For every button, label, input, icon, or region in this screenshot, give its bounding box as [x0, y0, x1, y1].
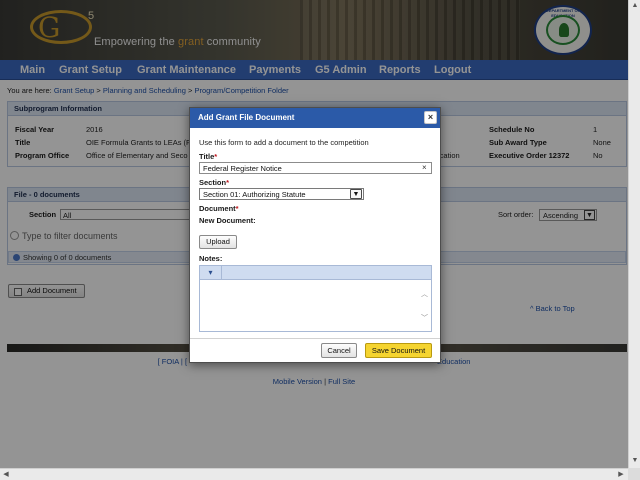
new-document-label: New Document:	[199, 216, 256, 225]
upload-button[interactable]: Upload	[199, 235, 237, 249]
notes-editor[interactable]: ▾ ︿ ﹀	[199, 265, 432, 332]
section-select[interactable]: Section 01: Authorizing Statute ▼	[199, 188, 364, 200]
page-horizontal-scrollbar[interactable]: ◀ ▶	[0, 468, 628, 480]
scroll-down-icon[interactable]: ﹀	[421, 313, 428, 323]
page-vertical-scrollbar[interactable]: ▲ ▼	[628, 0, 640, 468]
required-marker: *	[214, 152, 218, 161]
close-icon[interactable]: ×	[424, 111, 437, 124]
scroll-left-icon[interactable]: ◀	[1, 470, 11, 480]
notes-toolbar: ▾	[200, 266, 431, 280]
notes-scrollbar[interactable]: ︿ ﹀	[419, 281, 431, 331]
section-field-label: Section*	[199, 178, 229, 187]
scroll-up-icon[interactable]: ︿	[421, 289, 428, 299]
scroll-right-icon[interactable]: ▶	[616, 470, 626, 480]
section-select-value: Section 01: Authorizing Statute	[203, 190, 306, 199]
page: G 5 Empowering the grant community DEPAR…	[0, 0, 628, 468]
title-input[interactable]	[199, 162, 432, 174]
document-label-text: Document	[199, 204, 236, 213]
document-field-label: Document*	[199, 204, 239, 213]
scroll-up-icon[interactable]: ▲	[630, 1, 640, 11]
cancel-button[interactable]: Cancel	[321, 343, 357, 358]
clear-title-icon[interactable]: ×	[422, 163, 427, 172]
chevron-down-icon[interactable]: ▼	[350, 189, 362, 199]
title-label-text: Title	[199, 152, 215, 161]
scrollbar-corner	[628, 468, 640, 480]
section-label-text: Section	[199, 178, 227, 187]
title-field-label: Title*	[199, 152, 217, 161]
dialog-intro: Use this form to add a document to the c…	[199, 138, 369, 147]
format-dropdown-icon[interactable]: ▾	[200, 266, 222, 279]
scroll-down-icon[interactable]: ▼	[630, 456, 640, 466]
notes-label: Notes:	[199, 254, 223, 263]
required-marker: *	[226, 178, 230, 187]
add-grant-file-document-dialog: Add Grant File Document × Use this form …	[189, 107, 441, 363]
required-marker: *	[235, 204, 239, 213]
save-document-button[interactable]: Save Document	[365, 343, 432, 358]
dialog-divider	[190, 338, 440, 339]
dialog-title: Add Grant File Document	[190, 108, 440, 128]
